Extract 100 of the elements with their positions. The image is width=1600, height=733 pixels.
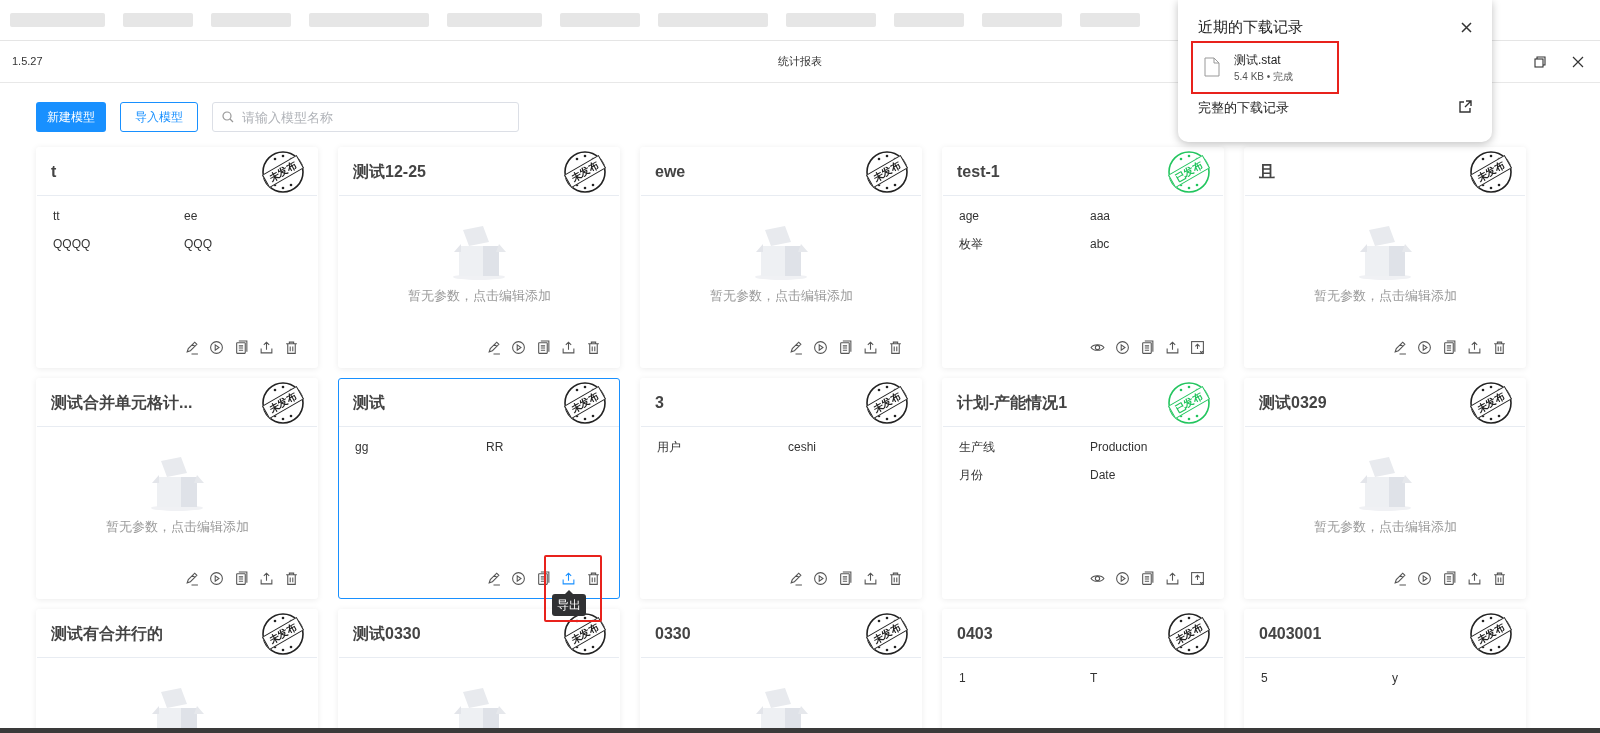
card-title: 测试有合并行的 bbox=[51, 623, 163, 644]
play-button[interactable] bbox=[511, 339, 526, 355]
play-button[interactable] bbox=[511, 570, 526, 586]
document-button[interactable] bbox=[1442, 339, 1457, 355]
trash-button[interactable] bbox=[586, 339, 601, 355]
param-text: age bbox=[959, 208, 981, 225]
document-button[interactable] bbox=[234, 570, 249, 586]
play-button[interactable] bbox=[1115, 339, 1130, 355]
pencil-button[interactable] bbox=[486, 570, 501, 586]
card-title: 3 bbox=[655, 392, 664, 413]
close-icon[interactable] bbox=[1461, 21, 1472, 33]
param-text: 用户 bbox=[657, 439, 682, 456]
history-link[interactable]: 完整的下载记录 bbox=[1198, 97, 1289, 117]
trash-button[interactable] bbox=[1492, 570, 1507, 586]
model-card[interactable]: ewe 未发布 暂无参数，点击编辑添加 bbox=[640, 147, 922, 368]
play-button[interactable] bbox=[813, 570, 828, 586]
stamp-text: 未发布 bbox=[1469, 616, 1513, 650]
upload-button[interactable] bbox=[1467, 570, 1482, 586]
model-card[interactable]: 0330 未发布 bbox=[640, 609, 922, 728]
document-button[interactable] bbox=[234, 339, 249, 355]
trash-button[interactable] bbox=[888, 570, 903, 586]
unpublish-button[interactable] bbox=[1190, 570, 1205, 586]
trash-button[interactable] bbox=[284, 570, 299, 586]
document-button[interactable] bbox=[536, 570, 551, 586]
model-card[interactable]: 且 未发布 暂无参数，点击编辑添加 bbox=[1244, 147, 1526, 368]
param-text: 5 bbox=[1261, 670, 1269, 687]
stamp-text: 已发布 bbox=[1167, 154, 1211, 188]
download-item[interactable]: 测试.stat 5.4 KB • 完成 bbox=[1198, 43, 1332, 91]
trash-button[interactable] bbox=[888, 339, 903, 355]
play-button[interactable] bbox=[1417, 339, 1432, 355]
card-title: 0403001 bbox=[1259, 623, 1322, 644]
document-button[interactable] bbox=[838, 570, 853, 586]
upload-button[interactable] bbox=[1165, 570, 1180, 586]
stamp-text: 未发布 bbox=[865, 154, 909, 188]
window-title: 统计报表 bbox=[778, 54, 822, 70]
card-title: 测试0330 bbox=[353, 623, 421, 644]
play-button[interactable] bbox=[813, 339, 828, 355]
stamp-text: 未发布 bbox=[1469, 154, 1513, 188]
trash-button[interactable] bbox=[1492, 339, 1507, 355]
model-card[interactable]: 测试有合并行的 未发布 bbox=[36, 609, 318, 728]
card-title: 0330 bbox=[655, 623, 691, 644]
model-card[interactable]: 0403001 未发布 5 y bbox=[1244, 609, 1526, 728]
document-button[interactable] bbox=[1442, 570, 1457, 586]
upload-button[interactable] bbox=[259, 570, 274, 586]
document-button[interactable] bbox=[536, 339, 551, 355]
param-text: ee bbox=[184, 208, 199, 225]
empty-message: 暂无参数，点击编辑添加 bbox=[407, 287, 551, 305]
stamp-text: 未发布 bbox=[865, 385, 909, 419]
upload-button[interactable] bbox=[863, 339, 878, 355]
upload-button[interactable] bbox=[259, 339, 274, 355]
param-text: 生产线 bbox=[959, 439, 996, 456]
stamp-text: 未发布 bbox=[865, 616, 909, 650]
stamp-text: 已发布 bbox=[1167, 385, 1211, 419]
pencil-button[interactable] bbox=[1392, 339, 1407, 355]
document-button[interactable] bbox=[1140, 339, 1155, 355]
param-text: y bbox=[1392, 670, 1399, 687]
file-icon bbox=[1204, 57, 1220, 77]
trash-button[interactable] bbox=[284, 339, 299, 355]
stamp-text: 未发布 bbox=[563, 154, 607, 188]
stamp-text: 未发布 bbox=[261, 616, 305, 650]
param-text: abc bbox=[1090, 236, 1111, 253]
pencil-button[interactable] bbox=[184, 570, 199, 586]
model-card[interactable]: 测试合并单元格计... 未发布 暂无参数，点击编辑添加 bbox=[36, 378, 318, 599]
model-card[interactable]: 测试0329 未发布 暂无参数，点击编辑添加 bbox=[1244, 378, 1526, 599]
close-icon[interactable] bbox=[1572, 55, 1584, 68]
pencil-button[interactable] bbox=[184, 339, 199, 355]
param-text: T bbox=[1090, 670, 1099, 687]
trash-button[interactable] bbox=[586, 570, 601, 586]
model-card[interactable]: 测试 未发布 gg RR bbox=[338, 378, 620, 599]
pencil-button[interactable] bbox=[486, 339, 501, 355]
card-title: 测试12-25 bbox=[353, 161, 426, 182]
upload-button[interactable] bbox=[1165, 339, 1180, 355]
model-card[interactable]: 计划-产能情况1 已发布 生产线 Production 月份 Date bbox=[942, 378, 1224, 599]
upload-button[interactable] bbox=[561, 339, 576, 355]
pencil-button[interactable] bbox=[788, 570, 803, 586]
restore-icon[interactable] bbox=[1534, 55, 1546, 68]
pencil-button[interactable] bbox=[1392, 570, 1407, 586]
param-text: aaa bbox=[1090, 208, 1112, 225]
file-meta: 5.4 KB • 完成 bbox=[1234, 69, 1294, 84]
upload-button[interactable] bbox=[863, 570, 878, 586]
play-button[interactable] bbox=[209, 570, 224, 586]
unpublish-button[interactable] bbox=[1190, 339, 1205, 355]
document-button[interactable] bbox=[1140, 570, 1155, 586]
upload-button[interactable] bbox=[1467, 339, 1482, 355]
document-button[interactable] bbox=[838, 339, 853, 355]
param-text: 枚举 bbox=[959, 236, 984, 253]
play-button[interactable] bbox=[1417, 570, 1432, 586]
play-button[interactable] bbox=[1115, 570, 1130, 586]
model-card[interactable]: 3 未发布 用户 ceshi bbox=[640, 378, 922, 599]
model-card[interactable]: 0403 未发布 1 T bbox=[942, 609, 1224, 728]
model-card[interactable]: test-1 已发布 age aaa 枚举 abc bbox=[942, 147, 1224, 368]
model-card[interactable]: t 未发布 tt ee QQQQ QQQ bbox=[36, 147, 318, 368]
model-card[interactable]: 测试12-25 未发布 暂无参数，点击编辑添加 bbox=[338, 147, 620, 368]
play-button[interactable] bbox=[209, 339, 224, 355]
empty-message: 暂无参数，点击编辑添加 bbox=[1313, 518, 1457, 536]
external-link-icon[interactable] bbox=[1458, 100, 1472, 115]
stamp-text: 未发布 bbox=[261, 154, 305, 188]
upload-button[interactable] bbox=[561, 570, 576, 586]
pencil-button[interactable] bbox=[788, 339, 803, 355]
search-field[interactable]: 请输入模型名称 bbox=[212, 102, 519, 132]
